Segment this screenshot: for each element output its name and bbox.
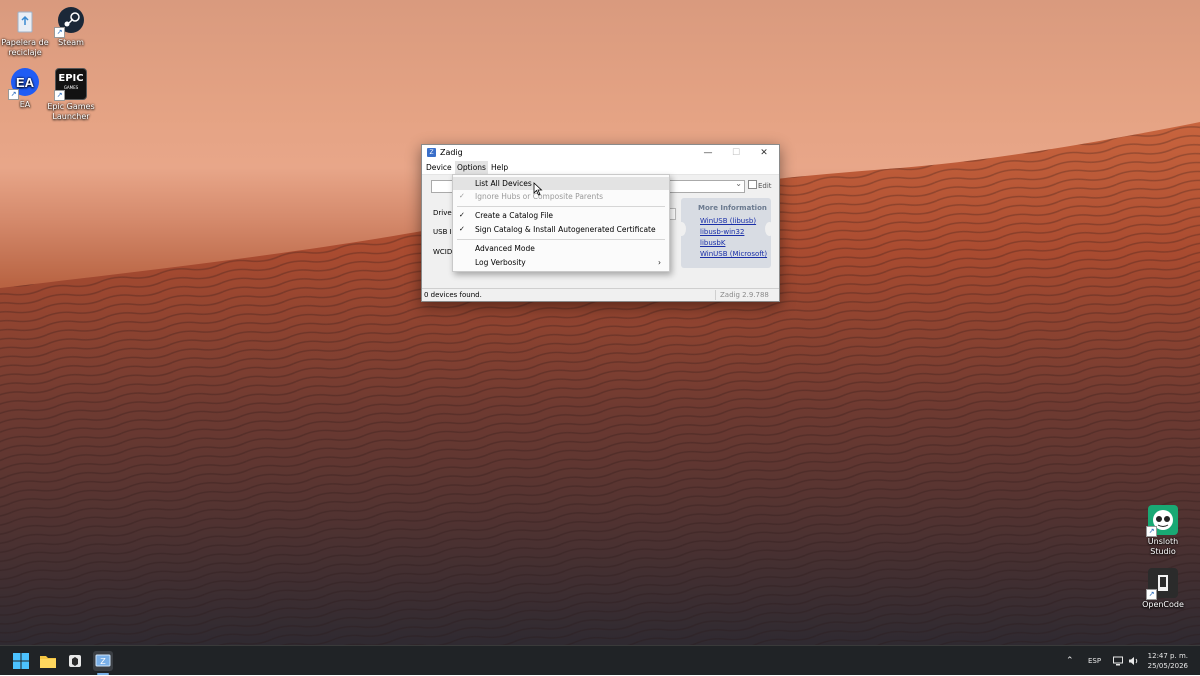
- link-winusb-libusb[interactable]: WinUSB (libusb): [700, 217, 756, 225]
- shortcut-arrow-icon: ↗: [8, 89, 19, 100]
- menu-item-ignore-hubs: ✓ Ignore Hubs or Composite Parents: [453, 190, 669, 203]
- more-information-header: More Information: [698, 204, 767, 212]
- zadig-app-icon: Z: [427, 148, 436, 157]
- status-bar: 0 devices found. Zadig 2.9.788: [422, 288, 779, 301]
- clock-date: 25/05/2026: [1147, 662, 1188, 670]
- start-icon[interactable]: [12, 652, 30, 670]
- close-button[interactable]: ✕: [750, 145, 778, 161]
- shortcut-arrow-icon: ↗: [1146, 589, 1157, 600]
- desktop-icon-unsloth-studio[interactable]: ↗ Unsloth Studio: [1138, 505, 1188, 557]
- options-dropdown-menu: List All Devices ✓ Ignore Hubs or Compos…: [452, 174, 670, 272]
- desktop-icon-recycle-bin[interactable]: Papelera de reciclaje: [0, 6, 50, 58]
- chevron-up-icon[interactable]: ⌃: [1066, 646, 1074, 676]
- shortcut-arrow-icon: ↗: [1146, 526, 1157, 537]
- checkmark-icon: ✓: [459, 211, 465, 219]
- desktop-icon-label: Steam: [58, 38, 84, 47]
- menu-bar: Device Options Help: [422, 161, 779, 175]
- steam-icon: ↗: [54, 6, 86, 38]
- status-version: Zadig 2.9.788: [720, 291, 769, 299]
- file-explorer-icon[interactable]: [39, 652, 57, 670]
- status-device-count: 0 devices found.: [424, 291, 482, 299]
- shortcut-arrow-icon: ↗: [54, 90, 65, 101]
- ea-icon: EA ↗: [8, 68, 40, 100]
- desktop-icon-label: Unsloth Studio: [1147, 537, 1179, 556]
- desktop-icon-steam[interactable]: ↗ Steam: [46, 6, 96, 48]
- svg-text:Z: Z: [100, 657, 106, 666]
- desktop-wallpaper: Papelera de reciclaje ↗ Steam EA ↗ EA EP…: [0, 0, 1200, 645]
- desktop-icon-epic-games[interactable]: EPIC GAMES ↗ Epic Games Launcher: [46, 68, 96, 122]
- edit-checkbox[interactable]: Edit: [748, 180, 772, 190]
- title-bar[interactable]: Z Zadig — ☐ ✕: [422, 145, 779, 161]
- menu-item-label: List All Devices: [475, 179, 532, 188]
- zadig-icon[interactable]: Z: [93, 651, 113, 671]
- chevron-down-icon: ⌄: [735, 179, 742, 188]
- panel-notch-left: [677, 222, 686, 236]
- clock-time: 12:47 p. m.: [1147, 652, 1188, 660]
- app-icon[interactable]: [66, 652, 84, 670]
- link-libusbk[interactable]: libusbK: [700, 239, 725, 247]
- menu-device[interactable]: Device: [424, 161, 454, 174]
- desktop-icon-label: Epic Games Launcher: [47, 102, 95, 121]
- chevron-right-icon: ›: [658, 258, 661, 267]
- volume-icon[interactable]: [1128, 646, 1139, 676]
- menu-item-label: Log Verbosity: [475, 258, 526, 267]
- network-icon[interactable]: [1113, 646, 1123, 676]
- svg-text:EA: EA: [16, 75, 35, 90]
- edit-label: Edit: [758, 182, 772, 190]
- language-indicator[interactable]: ESP: [1088, 646, 1101, 676]
- checkmark-icon: ✓: [459, 225, 465, 233]
- menu-item-label: Create a Catalog File: [475, 211, 554, 220]
- menu-item-label: Sign Catalog & Install Autogenerated Cer…: [475, 225, 656, 234]
- link-libusb-win32[interactable]: libusb-win32: [700, 228, 744, 236]
- panel-notch-right: [765, 222, 774, 236]
- checkmark-icon: ✓: [459, 192, 465, 200]
- desktop-icon-label: OpenCode: [1142, 600, 1184, 609]
- taskbar: Z ⌃ ESP 12:47 p. m. 25/05/2026: [0, 645, 1200, 675]
- minimize-button[interactable]: —: [694, 145, 722, 161]
- recycle-bin-icon: [10, 6, 40, 36]
- menu-item-create-catalog[interactable]: ✓ Create a Catalog File: [453, 209, 669, 222]
- status-divider: [715, 290, 716, 300]
- opencode-icon: ↗: [1146, 568, 1178, 600]
- menu-item-label: Advanced Mode: [475, 244, 535, 253]
- checkbox-icon: [748, 180, 757, 189]
- menu-separator: [457, 206, 665, 207]
- menu-item-sign-catalog[interactable]: ✓ Sign Catalog & Install Autogenerated C…: [453, 223, 669, 236]
- desktop-icon-label: Papelera de reciclaje: [1, 38, 49, 57]
- dune-illustration: [0, 122, 1200, 645]
- unsloth-icon: ↗: [1146, 505, 1178, 537]
- menu-item-list-all-devices[interactable]: List All Devices: [453, 177, 669, 190]
- menu-item-advanced-mode[interactable]: Advanced Mode: [453, 242, 669, 255]
- wcid-label: WCID: [433, 248, 453, 256]
- menu-item-log-verbosity[interactable]: Log Verbosity ›: [453, 256, 669, 269]
- desktop-icon-label: EA: [19, 100, 31, 109]
- menu-separator: [457, 239, 665, 240]
- maximize-button[interactable]: ☐: [722, 145, 750, 161]
- clock[interactable]: 12:47 p. m. 25/05/2026: [1146, 651, 1188, 671]
- epic-games-icon: EPIC GAMES ↗: [54, 68, 87, 101]
- shortcut-arrow-icon: ↗: [54, 27, 65, 38]
- window-title: Zadig: [440, 148, 463, 157]
- menu-options[interactable]: Options: [455, 161, 488, 174]
- link-winusb-microsoft[interactable]: WinUSB (Microsoft): [700, 250, 767, 258]
- desktop-icon-ea[interactable]: EA ↗ EA: [0, 68, 50, 110]
- menu-help[interactable]: Help: [489, 161, 510, 174]
- desktop-icon-opencode[interactable]: ↗ OpenCode: [1138, 568, 1188, 610]
- mouse-cursor-icon: [533, 182, 543, 196]
- more-information-panel: More Information WinUSB (libusb) libusb-…: [677, 198, 774, 268]
